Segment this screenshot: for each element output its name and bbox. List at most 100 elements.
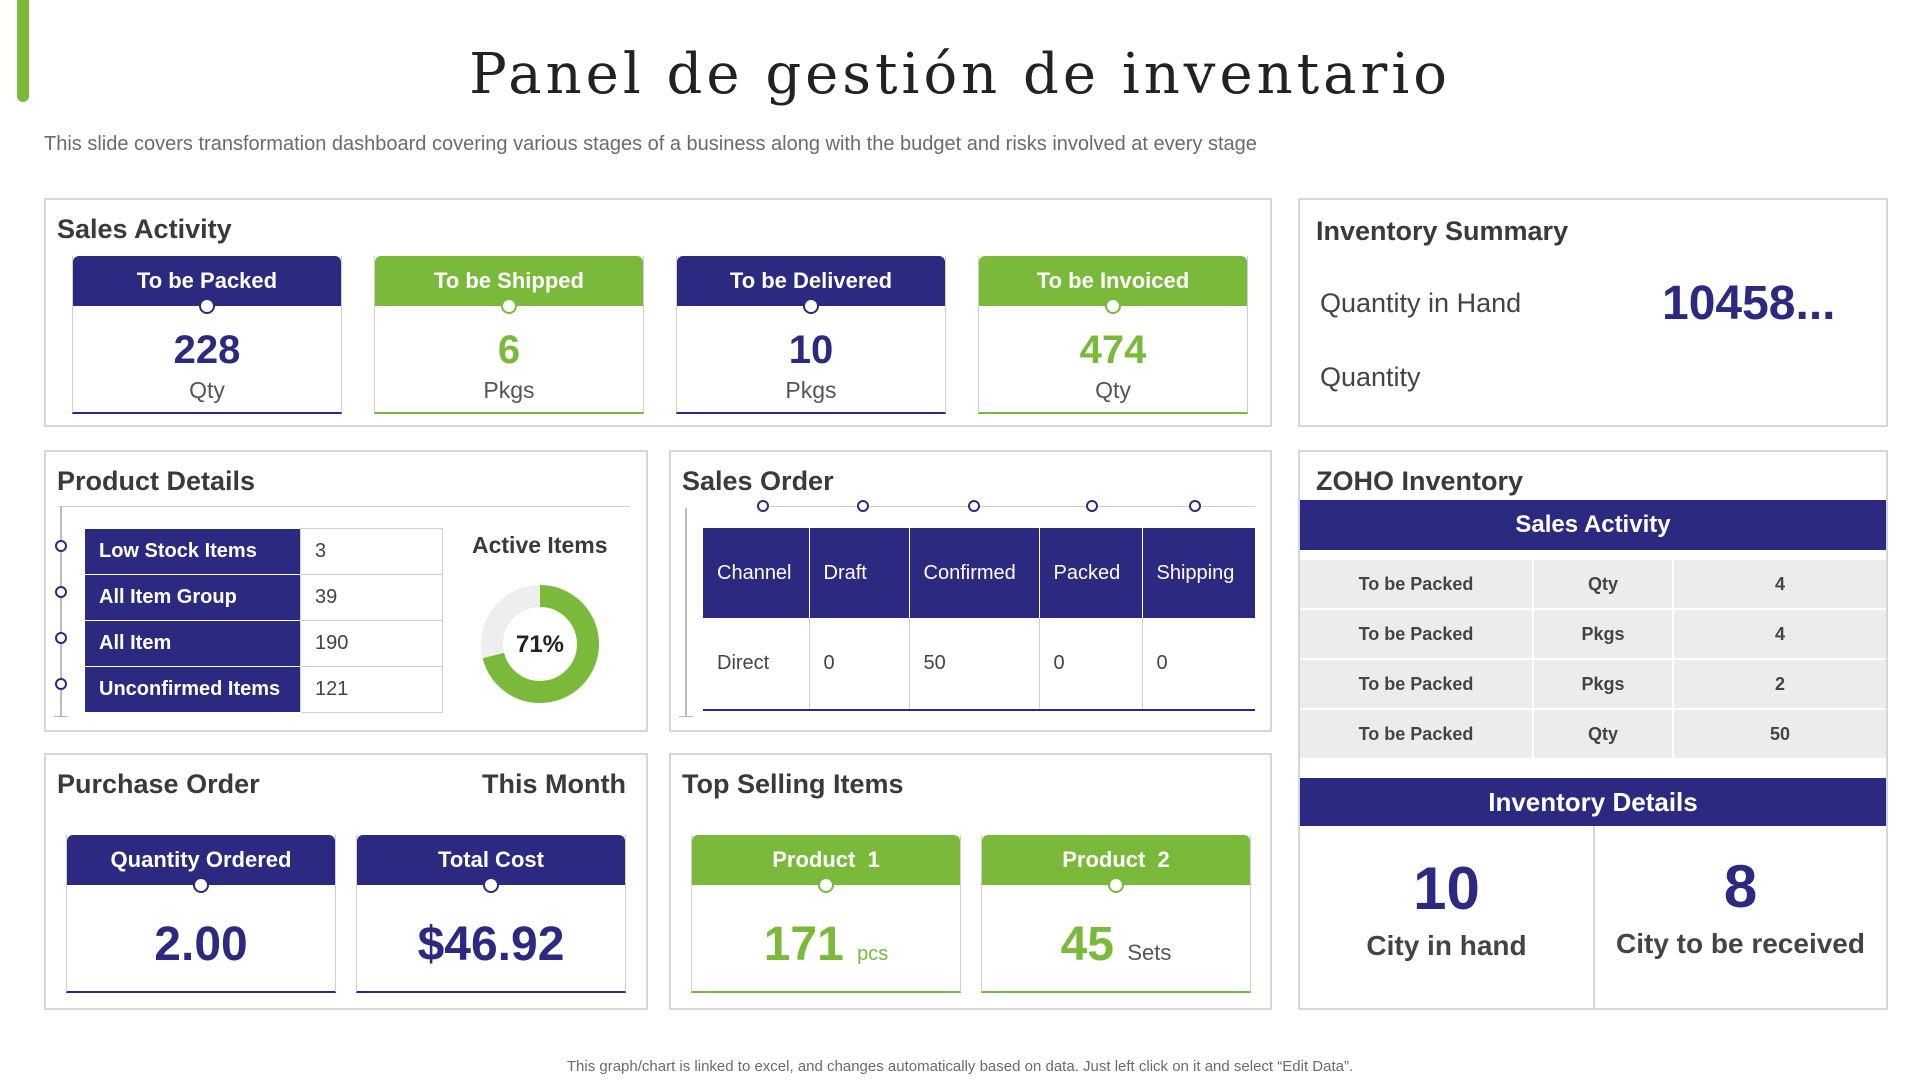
footer-note: This graph/chart is linked to excel, and…: [566, 1058, 1354, 1075]
quantity-label: Quantity: [1320, 362, 1421, 392]
table-row[interactable]: Unconfirmed Items 121: [84, 666, 443, 713]
zoho-row-value: 4: [1674, 560, 1886, 610]
circle-marker-icon: [818, 877, 834, 893]
product-detail-label: Low Stock Items: [84, 528, 301, 575]
column-header: Channel: [703, 528, 810, 618]
kpi-card-value: 45: [1060, 918, 1114, 971]
kpi-card-label: Product 1: [772, 847, 880, 872]
circle-marker-icon: [193, 877, 209, 893]
city-in-hand-label: City in hand: [1366, 930, 1527, 961]
zoho-sales-activity-table: To be Packed Qty 4 To be Packed Pkgs 4 T…: [1300, 560, 1886, 760]
column-header: Confirmed: [909, 528, 1040, 618]
circle-marker-icon: [483, 877, 499, 893]
kpi-card-header: To be Invoiced: [979, 256, 1247, 314]
timeline-dot-icon: [55, 586, 67, 598]
sales-order-panel: Sales Order Channel Draft Confirmed Pack…: [669, 450, 1272, 732]
column-header: Shipping: [1142, 528, 1255, 618]
zoho-row-label: To be Packed: [1300, 560, 1534, 610]
circle-marker-icon: [199, 298, 215, 314]
timeline-dot-icon: [55, 678, 67, 690]
quantity-in-hand-label: Quantity in Hand: [1320, 288, 1522, 318]
kpi-card-unit: Qty: [189, 377, 225, 403]
divider: [54, 716, 68, 717]
inventory-details-band: Inventory Details: [1300, 778, 1886, 826]
sales-order-title: Sales Order: [682, 466, 834, 496]
inventory-summary-title: Inventory Summary: [1316, 216, 1569, 246]
product-detail-label: All Item: [84, 620, 301, 667]
product-details-table: Low Stock Items 3 All Item Group 39 All …: [84, 528, 443, 713]
product-detail-value: 39: [300, 574, 443, 621]
product-detail-value: 3: [300, 528, 443, 575]
sales-activity-title: Sales Activity: [57, 214, 232, 244]
kpi-card-label: To be Invoiced: [1036, 268, 1190, 293]
top-selling-card-product-1[interactable]: Product 1 171 pcs: [691, 835, 961, 993]
kpi-card-unit: Qty: [1095, 377, 1131, 403]
kpi-card-value: $46.92: [417, 918, 565, 971]
kpi-card-value: 2.00: [154, 918, 248, 971]
purchase-order-panel: Purchase Order This Month Quantity Order…: [44, 753, 648, 1010]
zoho-row-unit: Qty: [1534, 710, 1674, 760]
zoho-row-unit: Pkgs: [1534, 610, 1674, 660]
table-row[interactable]: Low Stock Items 3: [84, 528, 443, 575]
top-selling-title: Top Selling Items: [682, 769, 904, 799]
table-row[interactable]: To be Packed Pkgs 4: [1300, 610, 1886, 660]
table-row[interactable]: All Item 190: [84, 620, 443, 667]
timeline-dot-icon: [1189, 500, 1201, 512]
kpi-card-header: Product 1: [692, 835, 960, 893]
table-cell: 0: [1039, 618, 1143, 711]
kpi-card-value: 10: [788, 328, 834, 372]
table-row[interactable]: To be Packed Pkgs 2: [1300, 660, 1886, 710]
divider: [679, 716, 693, 717]
timeline-line: [685, 508, 687, 716]
kpi-card-to-be-shipped[interactable]: To be Shipped 6 Pkgs: [374, 256, 644, 414]
top-selling-card-product-2[interactable]: Product 2 45 Sets: [981, 835, 1251, 993]
column-header: Draft: [809, 528, 910, 618]
kpi-card-value: 228: [173, 328, 241, 372]
product-detail-label: All Item Group: [84, 574, 301, 621]
zoho-row-value: 4: [1674, 610, 1886, 660]
zoho-row-value: 2: [1674, 660, 1886, 710]
table-row[interactable]: To be Packed Qty 50: [1300, 710, 1886, 760]
divider: [761, 506, 1255, 507]
zoho-row-value: 50: [1674, 710, 1886, 760]
donut-percent-label: 71%: [516, 631, 564, 658]
kpi-card-unit: Pkgs: [785, 377, 837, 403]
city-to-be-received-label: City to be received: [1616, 928, 1865, 959]
circle-marker-icon: [1108, 877, 1124, 893]
kpi-card-label: To be Delivered: [729, 268, 893, 293]
kpi-card-label: To be Packed: [136, 268, 278, 293]
zoho-row-label: To be Packed: [1300, 610, 1534, 660]
table-row[interactable]: To be Packed Qty 4: [1300, 560, 1886, 610]
timeline-dot-icon: [757, 500, 769, 512]
kpi-card-to-be-invoiced[interactable]: To be Invoiced 474 Qty: [978, 256, 1248, 414]
table-row[interactable]: All Item Group 39: [84, 574, 443, 621]
timeline-dot-icon: [55, 632, 67, 644]
kpi-card-unit: pcs: [857, 943, 889, 965]
kpi-card-to-be-delivered[interactable]: To be Delivered 10 Pkgs: [676, 256, 946, 414]
kpi-card-header: Quantity Ordered: [67, 835, 335, 893]
kpi-card-label: Quantity Ordered: [110, 847, 292, 872]
zoho-inventory-panel: ZOHO Inventory Sales Activity To be Pack…: [1298, 450, 1888, 1010]
purchase-order-period: This Month: [482, 769, 626, 799]
zoho-row-label: To be Packed: [1300, 710, 1534, 760]
kpi-card-header: To be Shipped: [375, 256, 643, 314]
kpi-card-total-cost[interactable]: Total Cost $46.92: [356, 835, 626, 993]
purchase-order-title: Purchase Order: [57, 769, 260, 799]
sales-order-table: Channel Draft Confirmed Packed Shipping …: [703, 528, 1255, 711]
table-row[interactable]: Direct 0 50 0 0: [703, 618, 1255, 711]
divider: [58, 506, 630, 507]
active-items-donut: 71%: [481, 585, 599, 703]
table-cell: 0: [1142, 618, 1255, 711]
kpi-card-quantity-ordered[interactable]: Quantity Ordered 2.00: [66, 835, 336, 993]
product-detail-value: 121: [300, 666, 443, 713]
kpi-card-header: To be Delivered: [677, 256, 945, 314]
product-details-title: Product Details: [57, 466, 256, 496]
inventory-summary-panel: Inventory Summary Quantity in Hand 10458…: [1298, 198, 1888, 427]
kpi-card-label: Total Cost: [438, 847, 544, 872]
timeline-dot-icon: [968, 500, 980, 512]
kpi-card-header: Product 2: [982, 835, 1250, 893]
kpi-card-value: 171: [763, 918, 844, 971]
kpi-card-unit: Sets: [1127, 940, 1172, 965]
active-items-label: Active Items: [472, 532, 608, 558]
kpi-card-to-be-packed[interactable]: To be Packed 228 Qty: [72, 256, 342, 414]
